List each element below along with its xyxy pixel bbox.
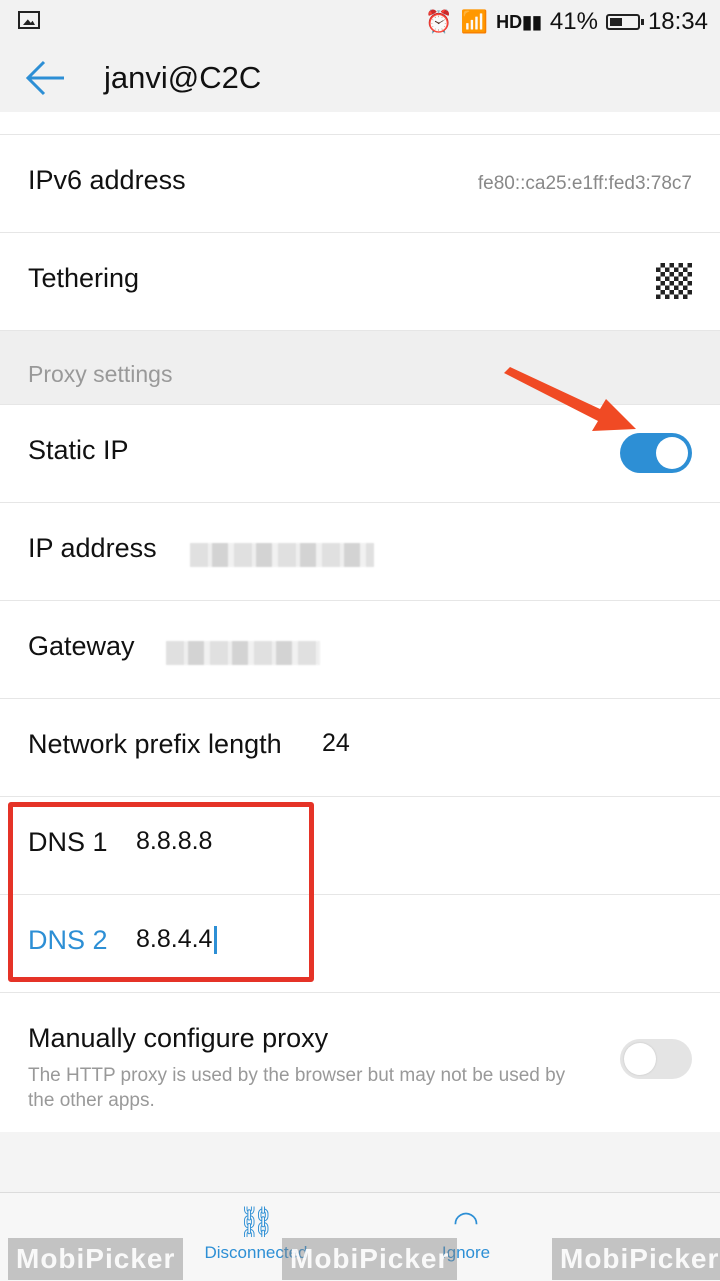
battery-percent: 41%: [549, 8, 598, 35]
status-bar: ⏰ 📶 HD▮▮ 41% 18:34: [0, 0, 720, 44]
manual-proxy-toggle[interactable]: [620, 1039, 692, 1079]
static-ip-toggle[interactable]: [620, 433, 692, 473]
page-title: janvi@C2C: [104, 60, 262, 95]
network-prefix-label: Network prefix length: [28, 729, 282, 759]
proxy-settings-label: Proxy settings: [28, 361, 173, 387]
watermark: MobiPicker: [552, 1238, 720, 1280]
toggle-knob: [624, 1043, 656, 1075]
manual-proxy-row[interactable]: Manually configure proxy The HTTP proxy …: [0, 992, 720, 1132]
watermark: MobiPicker: [8, 1238, 184, 1280]
alarm-icon: ⏰: [425, 9, 453, 34]
battery-icon: [605, 14, 644, 30]
ipv6-address-value: fe80::ca25:e1ff:fed3:78c7: [477, 173, 692, 194]
ip-address-label: IP address: [28, 533, 157, 563]
status-time: 18:34: [647, 8, 708, 35]
manual-proxy-label: Manually configure proxy: [28, 1023, 329, 1053]
wifi-off-icon: ◠: [452, 1206, 480, 1239]
dns-highlight-box: [8, 802, 314, 982]
tethering-row[interactable]: Tethering: [0, 232, 720, 330]
ipv6-address-label: IPv6 address: [28, 165, 186, 195]
disconnect-link-icon: ⛓: [236, 1206, 276, 1239]
ip-address-row[interactable]: IP address: [0, 502, 720, 600]
watermark: MobiPicker: [282, 1238, 458, 1280]
network-prefix-row[interactable]: Network prefix length 24: [0, 698, 720, 796]
back-arrow-icon[interactable]: [24, 58, 68, 98]
wifi-icon: 📶: [460, 9, 489, 34]
status-icons: ⏰ 📶 HD▮▮ 41% 18:34: [425, 6, 708, 38]
network-prefix-value[interactable]: 24: [322, 729, 350, 758]
toggle-knob: [656, 437, 688, 469]
gateway-value-blurred[interactable]: [166, 641, 320, 665]
signal-icon: HD▮▮: [496, 12, 542, 32]
qr-code-icon[interactable]: [656, 263, 692, 299]
app-bar: janvi@C2C: [0, 44, 720, 113]
gateway-label: Gateway: [28, 631, 135, 661]
manual-proxy-description: The HTTP proxy is used by the browser bu…: [28, 1065, 566, 1111]
ipv6-address-row: IPv6 address fe80::ca25:e1ff:fed3:78c7: [0, 134, 720, 232]
image-icon: [18, 11, 40, 29]
list-item-partial: [0, 112, 720, 134]
ip-address-value-blurred[interactable]: [190, 543, 374, 567]
gateway-row[interactable]: Gateway: [0, 600, 720, 698]
static-ip-label: Static IP: [28, 435, 129, 465]
annotation-arrow-icon: [504, 367, 636, 431]
tethering-label: Tethering: [28, 263, 140, 293]
